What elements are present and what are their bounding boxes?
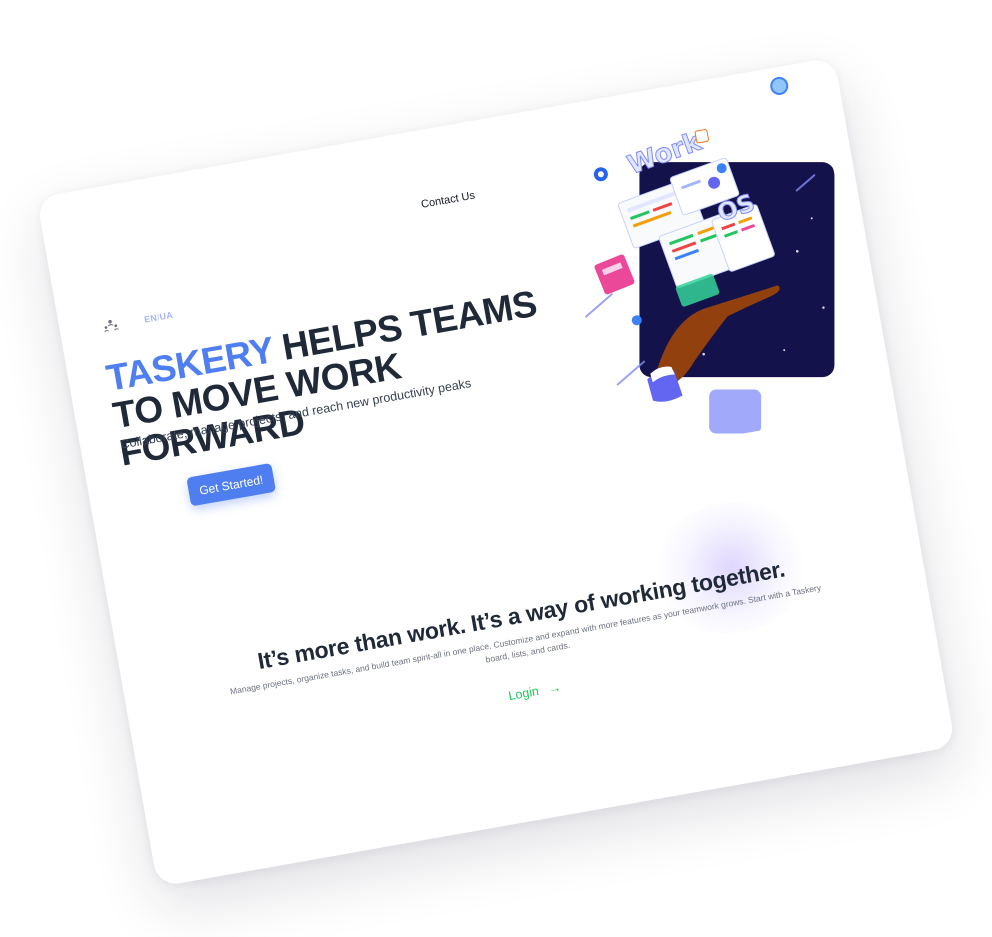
page: Contact Us EN/UA TASKERY HELPS TEAMS TO … [0,0,992,937]
section-heading: It’s more than work. It’s a way of worki… [255,555,787,675]
hero-headline: TASKERY HELPS TEAMS TO MOVE WORK FORWARD [103,277,597,474]
get-started-button[interactable]: Get Started! [186,462,277,507]
lang-ua-option[interactable]: UA [159,310,174,322]
language-switcher: EN/UA [143,310,173,325]
work-os-illustration: Work OS [584,126,835,434]
glow-square-icon [709,389,762,434]
arrow-right-icon: → [547,680,563,697]
avatar-circle-icon[interactable] [768,75,790,97]
login-label: Login [507,684,540,704]
pink-cube-icon [594,254,635,295]
app-window: Contact Us EN/UA TASKERY HELPS TEAMS TO … [36,56,956,888]
team-people-icon[interactable] [101,317,121,334]
